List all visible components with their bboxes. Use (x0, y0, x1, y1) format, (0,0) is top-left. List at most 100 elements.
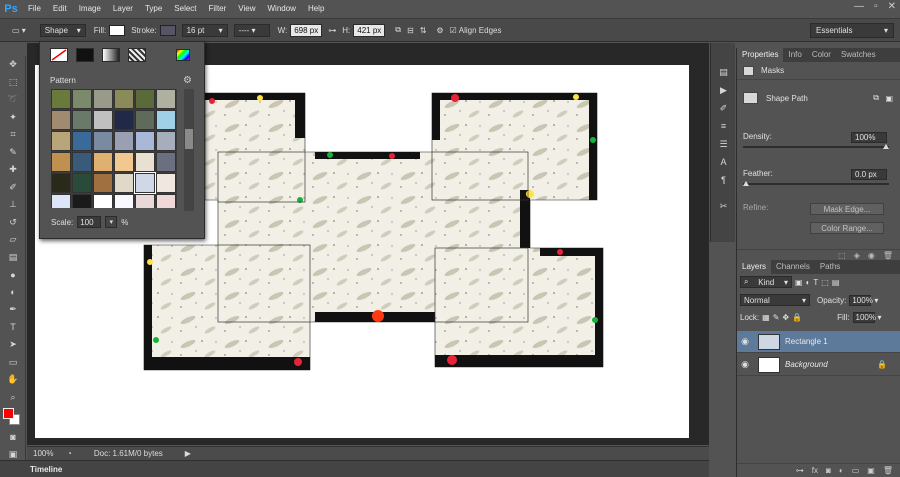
menu-file[interactable]: File (22, 0, 47, 18)
pattern-swatch[interactable] (156, 194, 176, 208)
pattern-button[interactable] (128, 48, 146, 62)
add-vector-mask-icon[interactable]: ▣ (885, 94, 893, 103)
pattern-swatch[interactable] (114, 131, 134, 151)
density-slider[interactable] (743, 144, 889, 149)
adjustment-filter-icon[interactable]: ◐ (806, 278, 811, 287)
pattern-swatch[interactable] (93, 131, 113, 151)
path-selection-tool-icon[interactable]: ➤ (0, 336, 26, 354)
hand-tool-icon[interactable]: ✋ (0, 371, 26, 389)
path-alignment-icon[interactable]: ⊟ (407, 26, 414, 35)
feather-slider-knob[interactable] (743, 181, 749, 186)
pattern-swatch[interactable] (135, 152, 155, 172)
menu-layer[interactable]: Layer (107, 0, 139, 18)
height-field[interactable]: 421 px (353, 23, 386, 37)
lock-all-icon[interactable]: 🔒 (792, 313, 802, 322)
path-arrangement-icon[interactable]: ⇅ (420, 26, 427, 35)
pattern-swatch[interactable] (156, 152, 176, 172)
tab-info[interactable]: Info (783, 48, 806, 62)
blur-tool-icon[interactable]: ● (0, 266, 26, 284)
rectangle-tool-icon[interactable]: ▭ (0, 354, 26, 372)
new-layer-icon[interactable]: ▣ (867, 466, 875, 475)
quick-mask-icon[interactable]: ◙ (0, 428, 26, 446)
pattern-swatch[interactable] (114, 194, 134, 208)
pattern-swatch[interactable] (93, 152, 113, 172)
gradient-tool-icon[interactable]: ▤ (0, 249, 26, 267)
eyedropper-tool-icon[interactable]: ✎ (0, 144, 26, 162)
pattern-swatch[interactable] (134, 172, 156, 194)
maximize-button[interactable]: ▫ (874, 1, 878, 12)
opacity-field[interactable]: 100% (849, 294, 873, 306)
pattern-swatch[interactable] (135, 89, 155, 109)
pattern-swatch[interactable] (114, 173, 134, 193)
gradient-button[interactable] (102, 48, 120, 62)
color-picker-button[interactable] (176, 49, 190, 61)
stroke-width-field[interactable]: 16 pt ▾ (181, 23, 228, 37)
eraser-tool-icon[interactable]: ▱ (0, 231, 26, 249)
pattern-swatch[interactable] (114, 110, 134, 130)
width-field[interactable]: 698 px (290, 23, 323, 37)
tab-layers[interactable]: Layers (737, 260, 772, 274)
chevron-down-icon[interactable]: ▾ (874, 296, 878, 305)
pattern-swatch[interactable] (114, 89, 134, 109)
blend-mode-select[interactable]: Normal ▾ (740, 294, 810, 306)
close-button[interactable]: ✕ (888, 1, 896, 12)
path-operations-icon[interactable]: ⧉ (395, 25, 401, 35)
feather-field[interactable]: 0.0 px (851, 169, 887, 180)
tool-preset-icon[interactable]: ▭ ▾ (12, 26, 26, 35)
zoom-tool-icon[interactable]: ⌕ (0, 389, 26, 407)
pattern-swatch[interactable] (93, 173, 113, 193)
menu-filter[interactable]: Filter (203, 0, 233, 18)
link-icon[interactable]: ⊶ (328, 26, 336, 35)
workspace-select[interactable]: Essentials ▾ (810, 23, 894, 38)
pattern-swatch[interactable] (72, 173, 92, 193)
shape-filter-icon[interactable]: ⬚ (821, 278, 829, 287)
pattern-swatch[interactable] (51, 173, 71, 193)
status-menu-arrow-icon[interactable]: ▶ (185, 449, 191, 458)
chevron-down-icon[interactable]: ▾ (105, 216, 118, 228)
pattern-swatch[interactable] (51, 152, 71, 172)
trash-icon[interactable]: 🗑 (883, 251, 893, 260)
menu-image[interactable]: Image (73, 0, 107, 18)
pattern-swatch[interactable] (72, 131, 92, 151)
styles-panel-icon[interactable]: ☰ (711, 135, 736, 153)
tab-properties[interactable]: Properties (737, 48, 784, 62)
eye-icon[interactable]: ◉ (737, 336, 753, 347)
lock-position-icon[interactable]: ✥ (782, 313, 789, 322)
add-pixel-mask-icon[interactable]: ⧉ (873, 93, 879, 103)
pattern-swatch[interactable] (135, 110, 155, 130)
pattern-swatch[interactable] (114, 152, 134, 172)
layer-row[interactable]: ◉ Rectangle 1 (737, 331, 900, 353)
pattern-swatch[interactable] (72, 110, 92, 130)
layer-kind-select[interactable]: ⌕ Kind ▾ (740, 276, 792, 288)
eye-icon[interactable]: ◉ (737, 359, 753, 370)
tool-mode-select[interactable]: Shape ▾ (39, 23, 86, 37)
apply-mask-icon[interactable]: ◈ (854, 251, 860, 260)
pixel-filter-icon[interactable]: ▣ (795, 278, 803, 287)
brush-tool-icon[interactable]: ✐ (0, 179, 26, 197)
pattern-swatch[interactable] (93, 110, 113, 130)
pattern-swatch[interactable] (72, 194, 92, 208)
chevron-down-icon[interactable]: ▾ (878, 313, 882, 322)
healing-brush-tool-icon[interactable]: ✚ (0, 161, 26, 179)
adjustment-layer-icon[interactable]: ◐ (839, 466, 844, 475)
lock-image-icon[interactable]: ✎ (773, 313, 780, 322)
character-panel-icon[interactable]: A (711, 153, 736, 171)
history-brush-tool-icon[interactable]: ↺ (0, 214, 26, 232)
pattern-swatch[interactable] (156, 110, 176, 130)
history-panel-icon[interactable]: ▤ (711, 63, 736, 81)
fill-swatch[interactable] (109, 24, 126, 36)
status-icon[interactable]: ◔ (67, 449, 72, 458)
pattern-swatch[interactable] (51, 131, 71, 151)
pattern-scrollbar[interactable] (184, 89, 194, 211)
new-group-icon[interactable]: ▭ (852, 466, 860, 475)
menu-help[interactable]: Help (302, 0, 330, 18)
paragraph-panel-icon[interactable]: ¶ (711, 171, 736, 189)
tab-swatches[interactable]: Swatches (836, 48, 881, 62)
add-mask-icon[interactable]: ◙ (826, 466, 831, 475)
smart-object-filter-icon[interactable]: ▤ (832, 278, 840, 287)
pattern-swatch[interactable] (72, 89, 92, 109)
pattern-swatch[interactable] (51, 110, 71, 130)
adjustments-panel-icon[interactable]: ≡ (711, 117, 736, 135)
zoom-level[interactable]: 100% (33, 449, 63, 458)
clone-stamp-tool-icon[interactable]: ⊥ (0, 196, 26, 214)
